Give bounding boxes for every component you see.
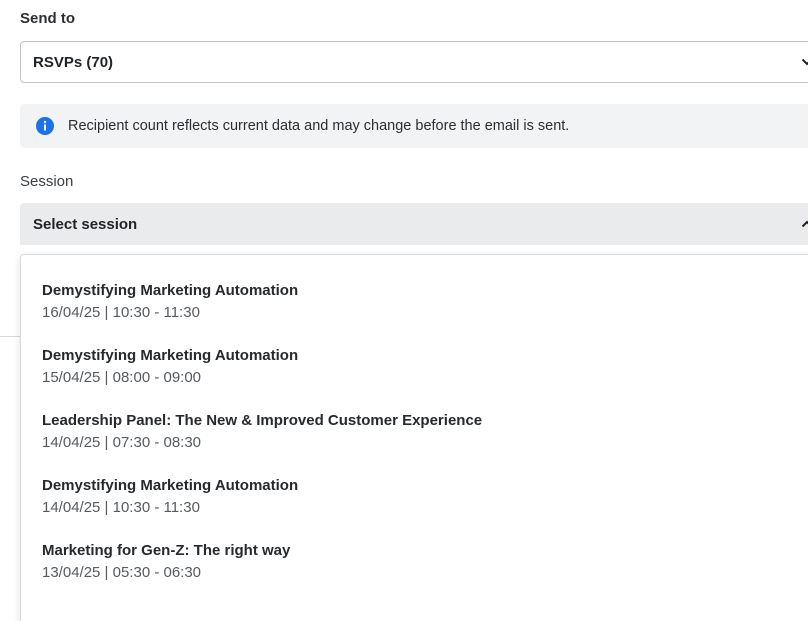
session-option-time: 15/04/25 | 08:00 - 09:00 [42,369,202,386]
send-to-select[interactable]: RSVPs (70) [20,41,808,83]
notice-text: Recipient count reflects current data an… [68,118,570,134]
session-option-time: 13/04/25 | 05:30 - 06:30 [42,564,202,581]
session-option[interactable]: Demystifying Marketing Automation 14/04/… [21,472,808,537]
session-option[interactable]: Demystifying Marketing Automation 15/04/… [21,342,808,407]
session-dropdown-list: Demystifying Marketing Automation 16/04/… [20,254,808,621]
divider [0,336,20,337]
session-option[interactable]: Leadership Panel: The New & Improved Cus… [21,407,808,472]
recipient-count-notice: Recipient count reflects current data an… [20,104,808,148]
session-option-time: 16/04/25 | 10:30 - 11:30 [42,304,200,321]
chevron-down-icon [795,50,808,74]
session-option-title: Demystifying Marketing Automation [42,282,299,299]
session-option-time: 14/04/25 | 10:30 - 11:30 [42,499,200,516]
chevron-up-icon [795,212,808,236]
session-option-title: Demystifying Marketing Automation [42,477,299,494]
session-option-title: Marketing for Gen-Z: The right way [42,542,291,559]
session-option-title: Demystifying Marketing Automation [42,347,299,364]
session-option[interactable]: Marketing for Gen-Z: The right way 13/04… [21,537,808,602]
email-send-form: Send to RSVPs (70) Recipient count refle… [0,0,808,621]
session-placeholder: Select session [33,215,138,233]
send-to-selected-value: RSVPs (70) [33,53,114,71]
session-select[interactable]: Select session [20,203,808,245]
session-option[interactable]: Demystifying Marketing Automation 16/04/… [21,277,808,342]
session-option-time: 14/04/25 | 07:30 - 08:30 [42,434,202,451]
session-label: Session [20,173,74,190]
info-icon [36,117,54,135]
session-option-title: Leadership Panel: The New & Improved Cus… [42,412,483,429]
send-to-label: Send to [20,10,75,27]
